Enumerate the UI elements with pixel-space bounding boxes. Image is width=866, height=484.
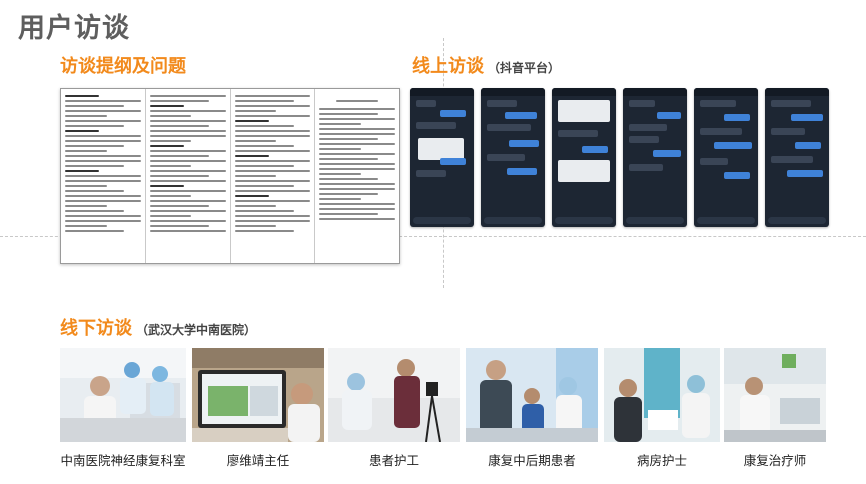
chat-bubble <box>700 100 736 107</box>
interview-outline-document <box>60 88 400 264</box>
chat-bubble <box>787 170 823 177</box>
caption-therapist: 康复治疗师 <box>743 453 807 468</box>
doc-page-4 <box>315 89 399 263</box>
chat-screenshot-2 <box>481 88 545 227</box>
chat-bubble <box>509 140 539 147</box>
chat-bubble <box>714 142 752 149</box>
chat-bubble <box>558 130 598 137</box>
chat-input-bar <box>555 217 613 224</box>
chat-bubble <box>440 158 466 165</box>
chat-screenshot-3 <box>552 88 616 227</box>
chat-bubble <box>558 100 610 122</box>
offline-title-text: 线下访谈 <box>60 318 132 339</box>
doc-page-1 <box>61 89 146 263</box>
chat-input-bar <box>697 217 755 224</box>
chat-bubble <box>558 160 610 182</box>
photo-therapist <box>724 348 826 442</box>
chat-input-bar <box>413 217 471 224</box>
chat-bubble <box>700 128 742 135</box>
chat-screenshot-6 <box>765 88 829 227</box>
photo-late-stage-patient <box>466 348 598 442</box>
chat-bubble <box>505 112 537 119</box>
chat-bubble <box>416 170 446 177</box>
chat-bubble <box>724 172 750 179</box>
outline-section-title: 访谈提纲及问题 <box>60 52 186 78</box>
online-title-text: 线上访谈 <box>412 56 484 77</box>
phone-status-bar <box>410 88 474 96</box>
chat-bubble <box>629 136 659 143</box>
chat-screenshot-5 <box>694 88 758 227</box>
chat-bubble <box>629 164 663 171</box>
online-subtitle: （抖音平台） <box>488 61 561 75</box>
doc-page-3 <box>231 89 316 263</box>
offline-section-title: 线下访谈 （武汉大学中南医院） <box>60 314 256 340</box>
phone-status-bar <box>765 88 829 96</box>
chat-bubble <box>507 168 537 175</box>
photo-director <box>192 348 324 442</box>
chat-input-bar <box>768 217 826 224</box>
chat-bubble <box>771 156 813 163</box>
chat-bubble <box>629 100 655 107</box>
chat-input-bar <box>626 217 684 224</box>
caption-caregiver: 患者护工 <box>368 453 419 468</box>
caption-director: 廖维靖主任 <box>226 453 290 468</box>
page-title: 用户访谈 <box>18 13 130 44</box>
photo-rehab-department <box>60 348 186 442</box>
chat-bubble <box>629 124 667 131</box>
chat-bubble <box>795 142 821 149</box>
phone-status-bar <box>481 88 545 96</box>
chat-bubble <box>582 146 608 153</box>
chat-bubble <box>487 100 517 107</box>
chat-bubble <box>440 110 466 117</box>
chat-bubble <box>791 114 823 121</box>
chat-input-bar <box>484 217 542 224</box>
online-section-title: 线上访谈 （抖音平台） <box>412 52 560 78</box>
doc-page-2 <box>146 89 231 263</box>
phone-status-bar <box>694 88 758 96</box>
caption-ward-nurse: 病房护士 <box>636 453 687 468</box>
photo-ward-nurse <box>604 348 720 442</box>
chat-bubble <box>487 154 525 161</box>
chat-screenshot-1 <box>410 88 474 227</box>
chat-bubble <box>700 158 728 165</box>
phone-status-bar <box>552 88 616 96</box>
chat-bubble <box>487 124 531 131</box>
offline-subtitle: （武汉大学中南医院） <box>136 323 257 337</box>
chat-bubble <box>653 150 681 157</box>
photo-caregiver <box>328 348 460 442</box>
chat-bubble <box>771 100 811 107</box>
chat-bubble <box>724 114 750 121</box>
outline-title-text: 访谈提纲及问题 <box>60 56 186 77</box>
chat-bubble <box>771 128 805 135</box>
caption-late-stage-patient: 康复中后期患者 <box>488 453 576 468</box>
chat-bubble <box>657 112 681 119</box>
chat-screenshot-4 <box>623 88 687 227</box>
chat-bubble <box>418 138 464 160</box>
caption-rehab-department: 中南医院神经康复科室 <box>60 453 186 468</box>
chat-bubble <box>416 122 456 129</box>
chat-bubble <box>416 100 436 107</box>
phone-status-bar <box>623 88 687 96</box>
